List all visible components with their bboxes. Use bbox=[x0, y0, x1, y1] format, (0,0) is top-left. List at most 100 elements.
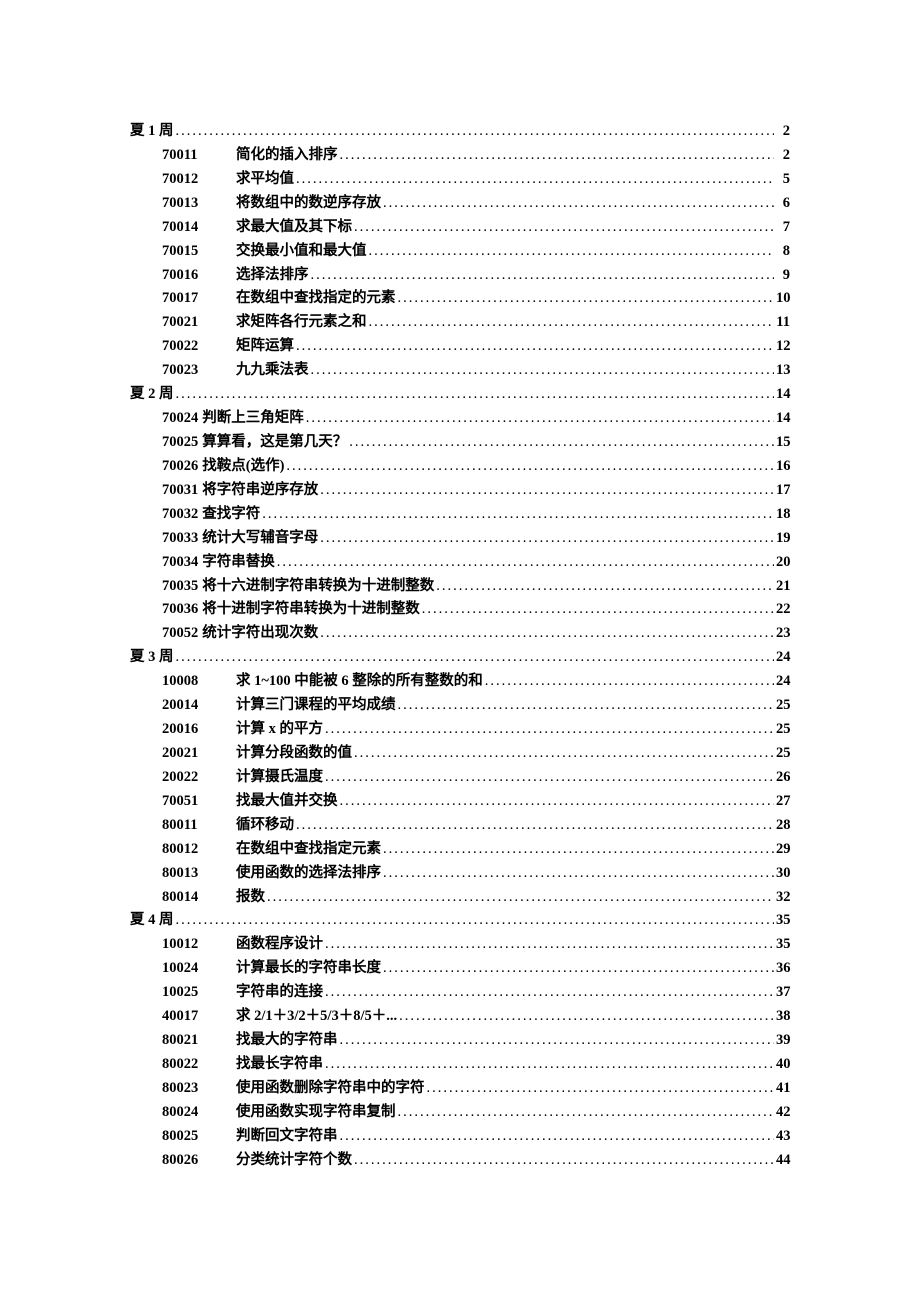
toc-section-header[interactable]: 夏 1 周2 bbox=[130, 120, 790, 144]
toc-entry[interactable]: 70026找鞍点(选作)16 bbox=[130, 455, 790, 479]
leader-dots bbox=[176, 120, 775, 144]
toc-entry[interactable]: 70016选择法排序9 bbox=[130, 264, 790, 288]
toc-entry[interactable]: 70011简化的插入排序2 bbox=[130, 144, 790, 168]
page-number: 42 bbox=[776, 1101, 790, 1125]
toc-entry[interactable]: 70023九九乘法表13 bbox=[130, 359, 790, 383]
page-number: 12 bbox=[776, 335, 790, 359]
leader-dots bbox=[325, 766, 774, 790]
page-number: 6 bbox=[776, 192, 790, 216]
toc-entry[interactable]: 70032查找字符18 bbox=[130, 503, 790, 527]
leader-dots bbox=[320, 527, 774, 551]
toc-entry[interactable]: 70022矩阵运算12 bbox=[130, 335, 790, 359]
leader-dots bbox=[277, 551, 774, 575]
toc-entry[interactable]: 80011循环移动28 bbox=[130, 814, 790, 838]
toc-entry[interactable]: 70033统计大写辅音字母19 bbox=[130, 527, 790, 551]
page-number: 44 bbox=[776, 1149, 790, 1173]
entry-title: 分类统计字符个数 bbox=[236, 1149, 352, 1173]
toc-entry[interactable]: 70013 将数组中的数逆序存放 6 bbox=[130, 192, 790, 216]
entry-title: 使用函数的选择法排序 bbox=[236, 862, 381, 886]
section-title: 夏 3 周 bbox=[130, 646, 174, 670]
page-number: 27 bbox=[776, 790, 790, 814]
leader-dots bbox=[340, 144, 775, 168]
entry-code: 80012 bbox=[162, 838, 218, 862]
toc-entry[interactable]: 20014计算三门课程的平均成绩25 bbox=[130, 694, 790, 718]
toc-entry[interactable]: 70015交换最小值和最大值8 bbox=[130, 240, 790, 264]
leader-dots bbox=[369, 240, 775, 264]
leader-dots bbox=[398, 694, 775, 718]
toc-entry[interactable]: 80025判断回文字符串43 bbox=[130, 1125, 790, 1149]
entry-code: 70013 bbox=[162, 192, 218, 216]
page-number: 24 bbox=[776, 670, 790, 694]
toc-entry[interactable]: 70034字符串替换20 bbox=[130, 551, 790, 575]
toc-entry[interactable]: 70014求最大值及其下标7 bbox=[130, 216, 790, 240]
page-number: 32 bbox=[776, 886, 790, 910]
section-title: 夏 4 周 bbox=[130, 909, 174, 933]
entry-title: 求矩阵各行元素之和 bbox=[236, 311, 367, 335]
toc-entry[interactable]: 10025字符串的连接37 bbox=[130, 981, 790, 1005]
toc-entry[interactable]: 80013使用函数的选择法排序30 bbox=[130, 862, 790, 886]
page-number: 40 bbox=[776, 1053, 790, 1077]
entry-code: 40017 bbox=[162, 1005, 218, 1029]
entry-code: 80026 bbox=[162, 1149, 218, 1173]
toc-entry[interactable]: 20021计算分段函数的值25 bbox=[130, 742, 790, 766]
leader-dots bbox=[267, 886, 774, 910]
toc-entry[interactable]: 80026 分类统计字符个数 44 bbox=[130, 1149, 790, 1173]
toc-entry[interactable]: 10024计算最长的字符串长度36 bbox=[130, 957, 790, 981]
leader-dots bbox=[485, 670, 774, 694]
entry-code: 70036 bbox=[162, 598, 198, 622]
page-number: 9 bbox=[776, 264, 790, 288]
page-number: 2 bbox=[776, 120, 790, 144]
toc-entry[interactable]: 70017在数组中查找指定的元素10 bbox=[130, 287, 790, 311]
toc-entry[interactable]: 70012求平均值5 bbox=[130, 168, 790, 192]
toc-entry[interactable]: 10008求 1~100 中能被 6 整除的所有整数的和24 bbox=[130, 670, 790, 694]
toc-section-header[interactable]: 夏 3 周24 bbox=[130, 646, 790, 670]
entry-code: 80023 bbox=[162, 1077, 218, 1101]
entry-title: 交换最小值和最大值 bbox=[236, 240, 367, 264]
page-number: 18 bbox=[776, 503, 790, 527]
leader-dots bbox=[296, 814, 774, 838]
page-number: 39 bbox=[776, 1029, 790, 1053]
toc-entry[interactable]: 80023使用函数删除字符串中的字符41 bbox=[130, 1077, 790, 1101]
entry-title: 将十六进制字符串转换为十进制整数 bbox=[202, 575, 434, 599]
toc-entry[interactable]: 70031将字符串逆序存放17 bbox=[130, 479, 790, 503]
entry-title: 九九乘法表 bbox=[236, 359, 309, 383]
toc-section-header[interactable]: 夏 4 周35 bbox=[130, 909, 790, 933]
toc-entry[interactable]: 70035将十六进制字符串转换为十进制整数21 bbox=[130, 575, 790, 599]
entry-title: 算算看，这是第几天？ bbox=[202, 431, 347, 455]
entry-code: 70034 bbox=[162, 551, 198, 575]
toc-entry[interactable]: 70024判断上三角矩阵14 bbox=[130, 407, 790, 431]
page-number: 21 bbox=[776, 575, 790, 599]
entry-title: 在数组中查找指定的元素 bbox=[236, 287, 396, 311]
toc-entry[interactable]: 80022找最长字符串40 bbox=[130, 1053, 790, 1077]
toc-entry[interactable]: 80021找最大的字符串39 bbox=[130, 1029, 790, 1053]
toc-entry[interactable]: 20016计算 x 的平方25 bbox=[130, 718, 790, 742]
page-number: 15 bbox=[776, 431, 790, 455]
entry-title: 求平均值 bbox=[236, 168, 294, 192]
toc-section-header[interactable]: 夏 2 周14 bbox=[130, 383, 790, 407]
entry-code: 70016 bbox=[162, 264, 218, 288]
entry-title: 计算摄氏温度 bbox=[236, 766, 323, 790]
entry-title: 找最大值并交换 bbox=[236, 790, 338, 814]
entry-title: 将数组中的数逆序存放 bbox=[236, 192, 381, 216]
toc-entry[interactable]: 40017求 2/1＋3/2＋5/3＋8/5＋...38 bbox=[130, 1005, 790, 1029]
entry-code: 80011 bbox=[162, 814, 218, 838]
toc-entry[interactable]: 80024使用函数实现字符串复制42 bbox=[130, 1101, 790, 1125]
entry-code: 70031 bbox=[162, 479, 198, 503]
leader-dots bbox=[286, 455, 774, 479]
leader-dots bbox=[422, 598, 774, 622]
leader-dots bbox=[176, 383, 775, 407]
entry-title: 计算 x 的平方 bbox=[236, 718, 323, 742]
toc-entry[interactable]: 70052统计字符出现次数23 bbox=[130, 622, 790, 646]
toc-entry[interactable]: 10012函数程序设计35 bbox=[130, 933, 790, 957]
toc-entry[interactable]: 70021求矩阵各行元素之和11 bbox=[130, 311, 790, 335]
entry-title: 求 2/1＋3/2＋5/3＋8/5＋... bbox=[236, 1005, 397, 1029]
toc-entry[interactable]: 70051找最大值并交换27 bbox=[130, 790, 790, 814]
toc-entry[interactable]: 80012在数组中查找指定元素29 bbox=[130, 838, 790, 862]
entry-code: 70024 bbox=[162, 407, 198, 431]
leader-dots bbox=[311, 264, 775, 288]
leader-dots bbox=[306, 407, 774, 431]
toc-entry[interactable]: 70036将十进制字符串转换为十进制整数22 bbox=[130, 598, 790, 622]
toc-entry[interactable]: 80014报数32 bbox=[130, 886, 790, 910]
toc-entry[interactable]: 70025算算看，这是第几天？15 bbox=[130, 431, 790, 455]
toc-entry[interactable]: 20022计算摄氏温度26 bbox=[130, 766, 790, 790]
